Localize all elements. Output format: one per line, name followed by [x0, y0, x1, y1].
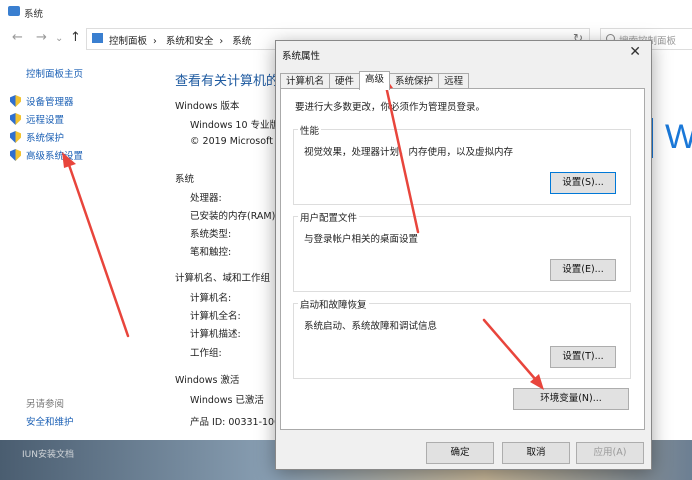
performance-settings-button[interactable]: 设置(S)...: [550, 172, 616, 194]
shield-icon: [10, 149, 21, 161]
chevron-down-icon[interactable]: ⌄: [55, 33, 63, 44]
startup-recovery-group: 启动和故障恢复 系统启动、系统故障和调试信息 设置(T)...: [293, 297, 631, 379]
see-also-label: 另请参阅: [26, 399, 65, 410]
activation-section-label: Windows 激活: [175, 375, 240, 386]
apply-button[interactable]: 应用(A): [576, 442, 644, 464]
ok-button[interactable]: 确定: [426, 442, 494, 464]
page-title: 查看有关计算机的: [175, 74, 280, 89]
startup-recovery-desc: 系统启动、系统故障和调试信息: [304, 321, 438, 332]
performance-group: 性能 视觉效果，处理器计划，内存使用，以及虚拟内存 设置(S)...: [293, 123, 631, 205]
system-section-label: 系统: [175, 174, 195, 185]
edition-section-label: Windows 版本: [175, 101, 240, 112]
control-panel-icon: [92, 33, 103, 43]
advanced-tab-panel: 要进行大多数更改，你必须作为管理员登录。 性能 视觉效果，处理器计划，内存使用，…: [280, 88, 645, 430]
breadcrumb-system[interactable]: 系统: [232, 36, 251, 47]
computer-section-label: 计算机名、域和工作组: [175, 273, 271, 284]
close-icon[interactable]: ✕: [629, 44, 641, 60]
breadcrumb: 控制面板 › 系统和安全 › 系统: [109, 36, 252, 47]
titlebar: 系统: [0, 0, 692, 24]
pen-touch-label: 笔和触控:: [190, 247, 232, 258]
dialog-title: 系统属性: [282, 51, 321, 62]
tab-advanced[interactable]: 高级: [359, 71, 391, 90]
sidebar-item-advanced[interactable]: 高级系统设置: [10, 148, 83, 162]
sidebar-item-remote[interactable]: 远程设置: [10, 112, 64, 126]
shield-icon: [10, 131, 21, 143]
full-name-label: 计算机全名:: [190, 311, 241, 322]
windows-logo-text: W: [665, 118, 692, 156]
tab-computer-name[interactable]: 计算机名: [280, 73, 331, 89]
activation-status: Windows 已激活: [190, 395, 264, 406]
sidebar-item-device-manager[interactable]: 设备管理器: [10, 94, 74, 108]
product-id: 产品 ID: 00331-100: [190, 417, 281, 428]
breadcrumb-control-panel[interactable]: 控制面板: [109, 36, 147, 47]
user-profiles-settings-button[interactable]: 设置(E)...: [550, 259, 616, 281]
description-label: 计算机描述:: [190, 329, 241, 340]
startup-settings-button[interactable]: 设置(T)...: [550, 346, 616, 368]
security-maintenance-link[interactable]: 安全和维护: [26, 414, 74, 428]
up-icon[interactable]: ↑: [70, 30, 81, 45]
tab-bar: 计算机名 硬件 高级 系统保护 远程: [280, 71, 470, 90]
computer-name-label: 计算机名:: [190, 293, 232, 304]
system-icon: [8, 6, 20, 16]
tab-remote[interactable]: 远程: [438, 73, 470, 89]
admin-note: 要进行大多数更改，你必须作为管理员登录。: [295, 102, 486, 113]
copyright-value: © 2019 Microsoft C: [190, 136, 283, 147]
shield-icon: [10, 113, 21, 125]
workgroup-label: 工作组:: [190, 348, 222, 359]
breadcrumb-system-security[interactable]: 系统和安全: [166, 36, 214, 47]
performance-desc: 视觉效果，处理器计划，内存使用，以及虚拟内存: [304, 147, 514, 158]
back-icon[interactable]: ←: [12, 30, 23, 45]
sidebar-home-link[interactable]: 控制面板主页: [26, 66, 83, 80]
startup-recovery-label: 启动和故障恢复: [298, 297, 369, 311]
shield-icon: [10, 95, 21, 107]
memory-label: 已安装的内存(RAM): [190, 211, 276, 222]
cancel-button[interactable]: 取消: [502, 442, 570, 464]
edition-value: Windows 10 专业版: [190, 120, 280, 131]
processor-label: 处理器:: [190, 193, 222, 204]
performance-label: 性能: [298, 123, 322, 137]
sidebar-item-protection[interactable]: 系统保护: [10, 130, 64, 144]
user-profiles-desc: 与登录帐户相关的桌面设置: [304, 234, 419, 245]
system-type-label: 系统类型:: [190, 229, 232, 240]
window-title: 系统: [24, 9, 44, 20]
forward-icon[interactable]: →: [36, 30, 47, 45]
environment-variables-button[interactable]: 环境变量(N)...: [513, 388, 629, 410]
system-properties-dialog: 系统属性 ✕ 计算机名 硬件 高级 系统保护 远程 要进行大多数更改，你必须作为…: [275, 40, 652, 470]
tab-system-protection[interactable]: 系统保护: [389, 73, 440, 89]
user-profiles-label: 用户配置文件: [298, 210, 360, 224]
desktop-caption: IUN安装文档: [22, 450, 74, 460]
user-profiles-group: 用户配置文件 与登录帐户相关的桌面设置 设置(E)...: [293, 210, 631, 292]
tab-hardware[interactable]: 硬件: [329, 73, 361, 89]
